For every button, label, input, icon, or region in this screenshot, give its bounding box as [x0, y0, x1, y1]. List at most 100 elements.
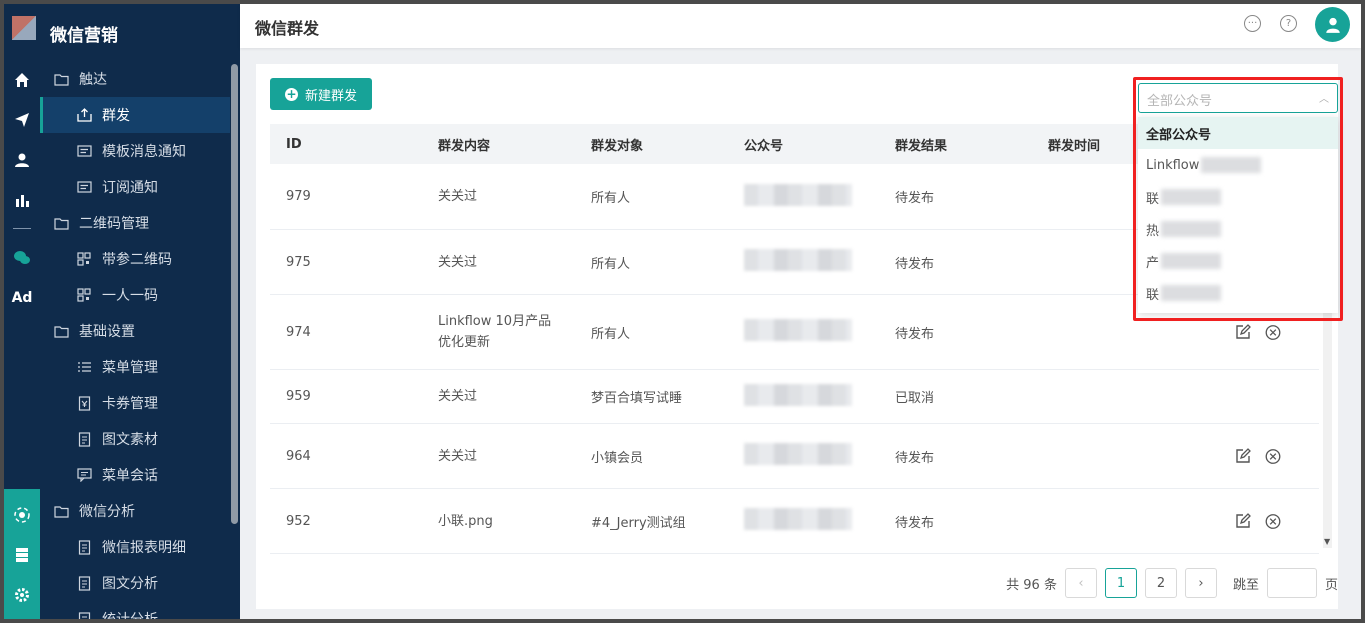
app-window: Ad 微信营销 触达群发模板消息通知 订阅通知二维码管理带参二维码一人一码基础设置… — [4, 4, 1361, 619]
sidebar-item-12[interactable]: 微信分析 — [40, 493, 232, 529]
sidebar-item-label: 菜单会话 — [102, 468, 158, 484]
redacted-account — [744, 183, 852, 206]
cell-actions — [1189, 324, 1319, 340]
help-icon[interactable]: ? — [1280, 15, 1297, 32]
table-row: 964 关关过 小镇会员 待发布 — [270, 424, 1319, 489]
rail-divider — [13, 228, 31, 229]
pagination: 共 96 条 ‹ 1 2 › 跳至 页 — [1006, 568, 1338, 598]
highlight-box — [1133, 77, 1343, 321]
page-button-2[interactable]: 2 — [1144, 568, 1177, 598]
cell-content: Linkflow 10月产品优化更新 — [438, 314, 552, 350]
cell-account — [728, 249, 879, 275]
avatar[interactable] — [1315, 7, 1350, 42]
app-brand: 微信营销 — [50, 26, 118, 46]
cell-result: 待发布 — [895, 256, 935, 272]
document-icon — [76, 575, 92, 591]
coupon-icon — [76, 395, 92, 411]
sidebar-item-6[interactable]: 一人一码 — [40, 277, 232, 313]
new-broadcast-label: 新建群发 — [304, 88, 357, 104]
sidebar-item-label: 触达 — [79, 72, 107, 88]
cell-content: 关关过 — [438, 448, 478, 464]
redacted-account — [744, 249, 852, 271]
rail-bottom-panel — [4, 489, 40, 619]
folder-icon — [53, 324, 69, 338]
page-suffix: 页 — [1324, 577, 1338, 593]
sidebar-item-10[interactable]: 图文素材 — [40, 421, 232, 457]
sidebar-item-15[interactable]: 统计分析 — [40, 601, 232, 619]
app-logo — [12, 16, 36, 40]
user-icon[interactable] — [10, 148, 34, 172]
cell-result: 待发布 — [895, 191, 935, 206]
cell-content: 小联.png — [438, 513, 493, 529]
cell-id: 979 — [286, 189, 311, 204]
sidebar-item-1[interactable]: 群发 — [40, 97, 232, 133]
cell-target: 梦百合填写试睡 — [591, 391, 683, 406]
header-result: 群发结果 — [895, 138, 948, 154]
chat-icon — [76, 468, 92, 482]
sidebar-item-3[interactable]: 订阅通知 — [40, 169, 232, 205]
cell-result: 已取消 — [895, 391, 935, 406]
table-row: 952 小联.png #4_Jerry测试组 待发布 — [270, 489, 1319, 554]
wechat-icon[interactable] — [10, 246, 34, 270]
server-icon[interactable] — [10, 543, 34, 567]
cell-result: 待发布 — [895, 515, 935, 531]
cell-account — [728, 508, 879, 534]
sidebar-item-5[interactable]: 带参二维码 — [40, 241, 232, 277]
edit-icon[interactable] — [1235, 324, 1251, 340]
cell-id: 964 — [286, 448, 311, 464]
cell-id: 959 — [286, 389, 311, 404]
cell-account — [728, 319, 879, 345]
sidebar-item-label: 二维码管理 — [79, 216, 149, 232]
edit-icon[interactable] — [1235, 513, 1251, 529]
settings-icon[interactable] — [10, 583, 34, 607]
sidebar-item-2[interactable]: 模板消息通知 — [40, 133, 232, 169]
sidebar-item-0[interactable]: 触达 — [40, 61, 232, 97]
cell-content: 关关过 — [438, 189, 478, 204]
sidebar-item-9[interactable]: 卡券管理 — [40, 385, 232, 421]
sidebar: 微信营销 触达群发模板消息通知 订阅通知二维码管理带参二维码一人一码基础设置菜单管… — [40, 4, 240, 619]
cell-target: 所有人 — [591, 191, 631, 206]
top-header: 微信群发 ··· ? — [240, 4, 1361, 48]
cell-content: 关关过 — [438, 389, 478, 404]
message-icon[interactable]: ··· — [1244, 15, 1261, 32]
sidebar-item-label: 微信报表明细 — [102, 540, 186, 556]
cell-target: 小镇会员 — [591, 450, 644, 466]
redacted-account — [744, 319, 852, 341]
cell-actions — [1189, 448, 1319, 464]
bar-chart-icon[interactable] — [10, 188, 34, 212]
sidebar-item-11[interactable]: 菜单会话 — [40, 457, 232, 493]
cancel-icon[interactable] — [1265, 324, 1281, 340]
header-target: 群发对象 — [591, 138, 644, 154]
folder-icon — [53, 504, 69, 518]
list-icon — [76, 360, 92, 374]
sidebar-item-label: 带参二维码 — [102, 252, 172, 268]
next-page-button[interactable]: › — [1184, 568, 1217, 598]
prev-page-button[interactable]: ‹ — [1064, 568, 1097, 598]
sidebar-item-label: 群发 — [102, 108, 130, 124]
ad-icon[interactable]: Ad — [10, 286, 34, 310]
cell-account — [728, 383, 879, 410]
cell-content: 关关过 — [438, 254, 478, 270]
sidebar-item-7[interactable]: 基础设置 — [40, 313, 232, 349]
header-account: 公众号 — [744, 138, 784, 154]
icon-rail: Ad — [4, 4, 40, 619]
sidebar-item-13[interactable]: 微信报表明细 — [40, 529, 232, 565]
edit-icon[interactable] — [1235, 448, 1251, 464]
sidebar-item-14[interactable]: 图文分析 — [40, 565, 232, 601]
cancel-icon[interactable] — [1265, 448, 1281, 464]
network-icon[interactable] — [10, 503, 34, 527]
cancel-icon[interactable] — [1265, 513, 1281, 529]
sidebar-scrollbar[interactable] — [231, 64, 238, 524]
sidebar-item-4[interactable]: 二维码管理 — [40, 205, 232, 241]
document-icon — [76, 431, 92, 447]
sidebar-item-8[interactable]: 菜单管理 — [40, 349, 232, 385]
home-icon[interactable] — [10, 68, 34, 92]
send-icon[interactable] — [10, 108, 34, 132]
goto-page-input[interactable] — [1266, 568, 1317, 598]
folder-icon — [53, 216, 69, 230]
page-button-1[interactable]: 1 — [1104, 568, 1137, 598]
new-broadcast-button[interactable]: + 新建群发 — [270, 78, 372, 110]
sidebar-item-label: 基础设置 — [79, 324, 135, 340]
cell-id: 952 — [286, 513, 311, 529]
goto-label: 跳至 — [1232, 577, 1259, 593]
